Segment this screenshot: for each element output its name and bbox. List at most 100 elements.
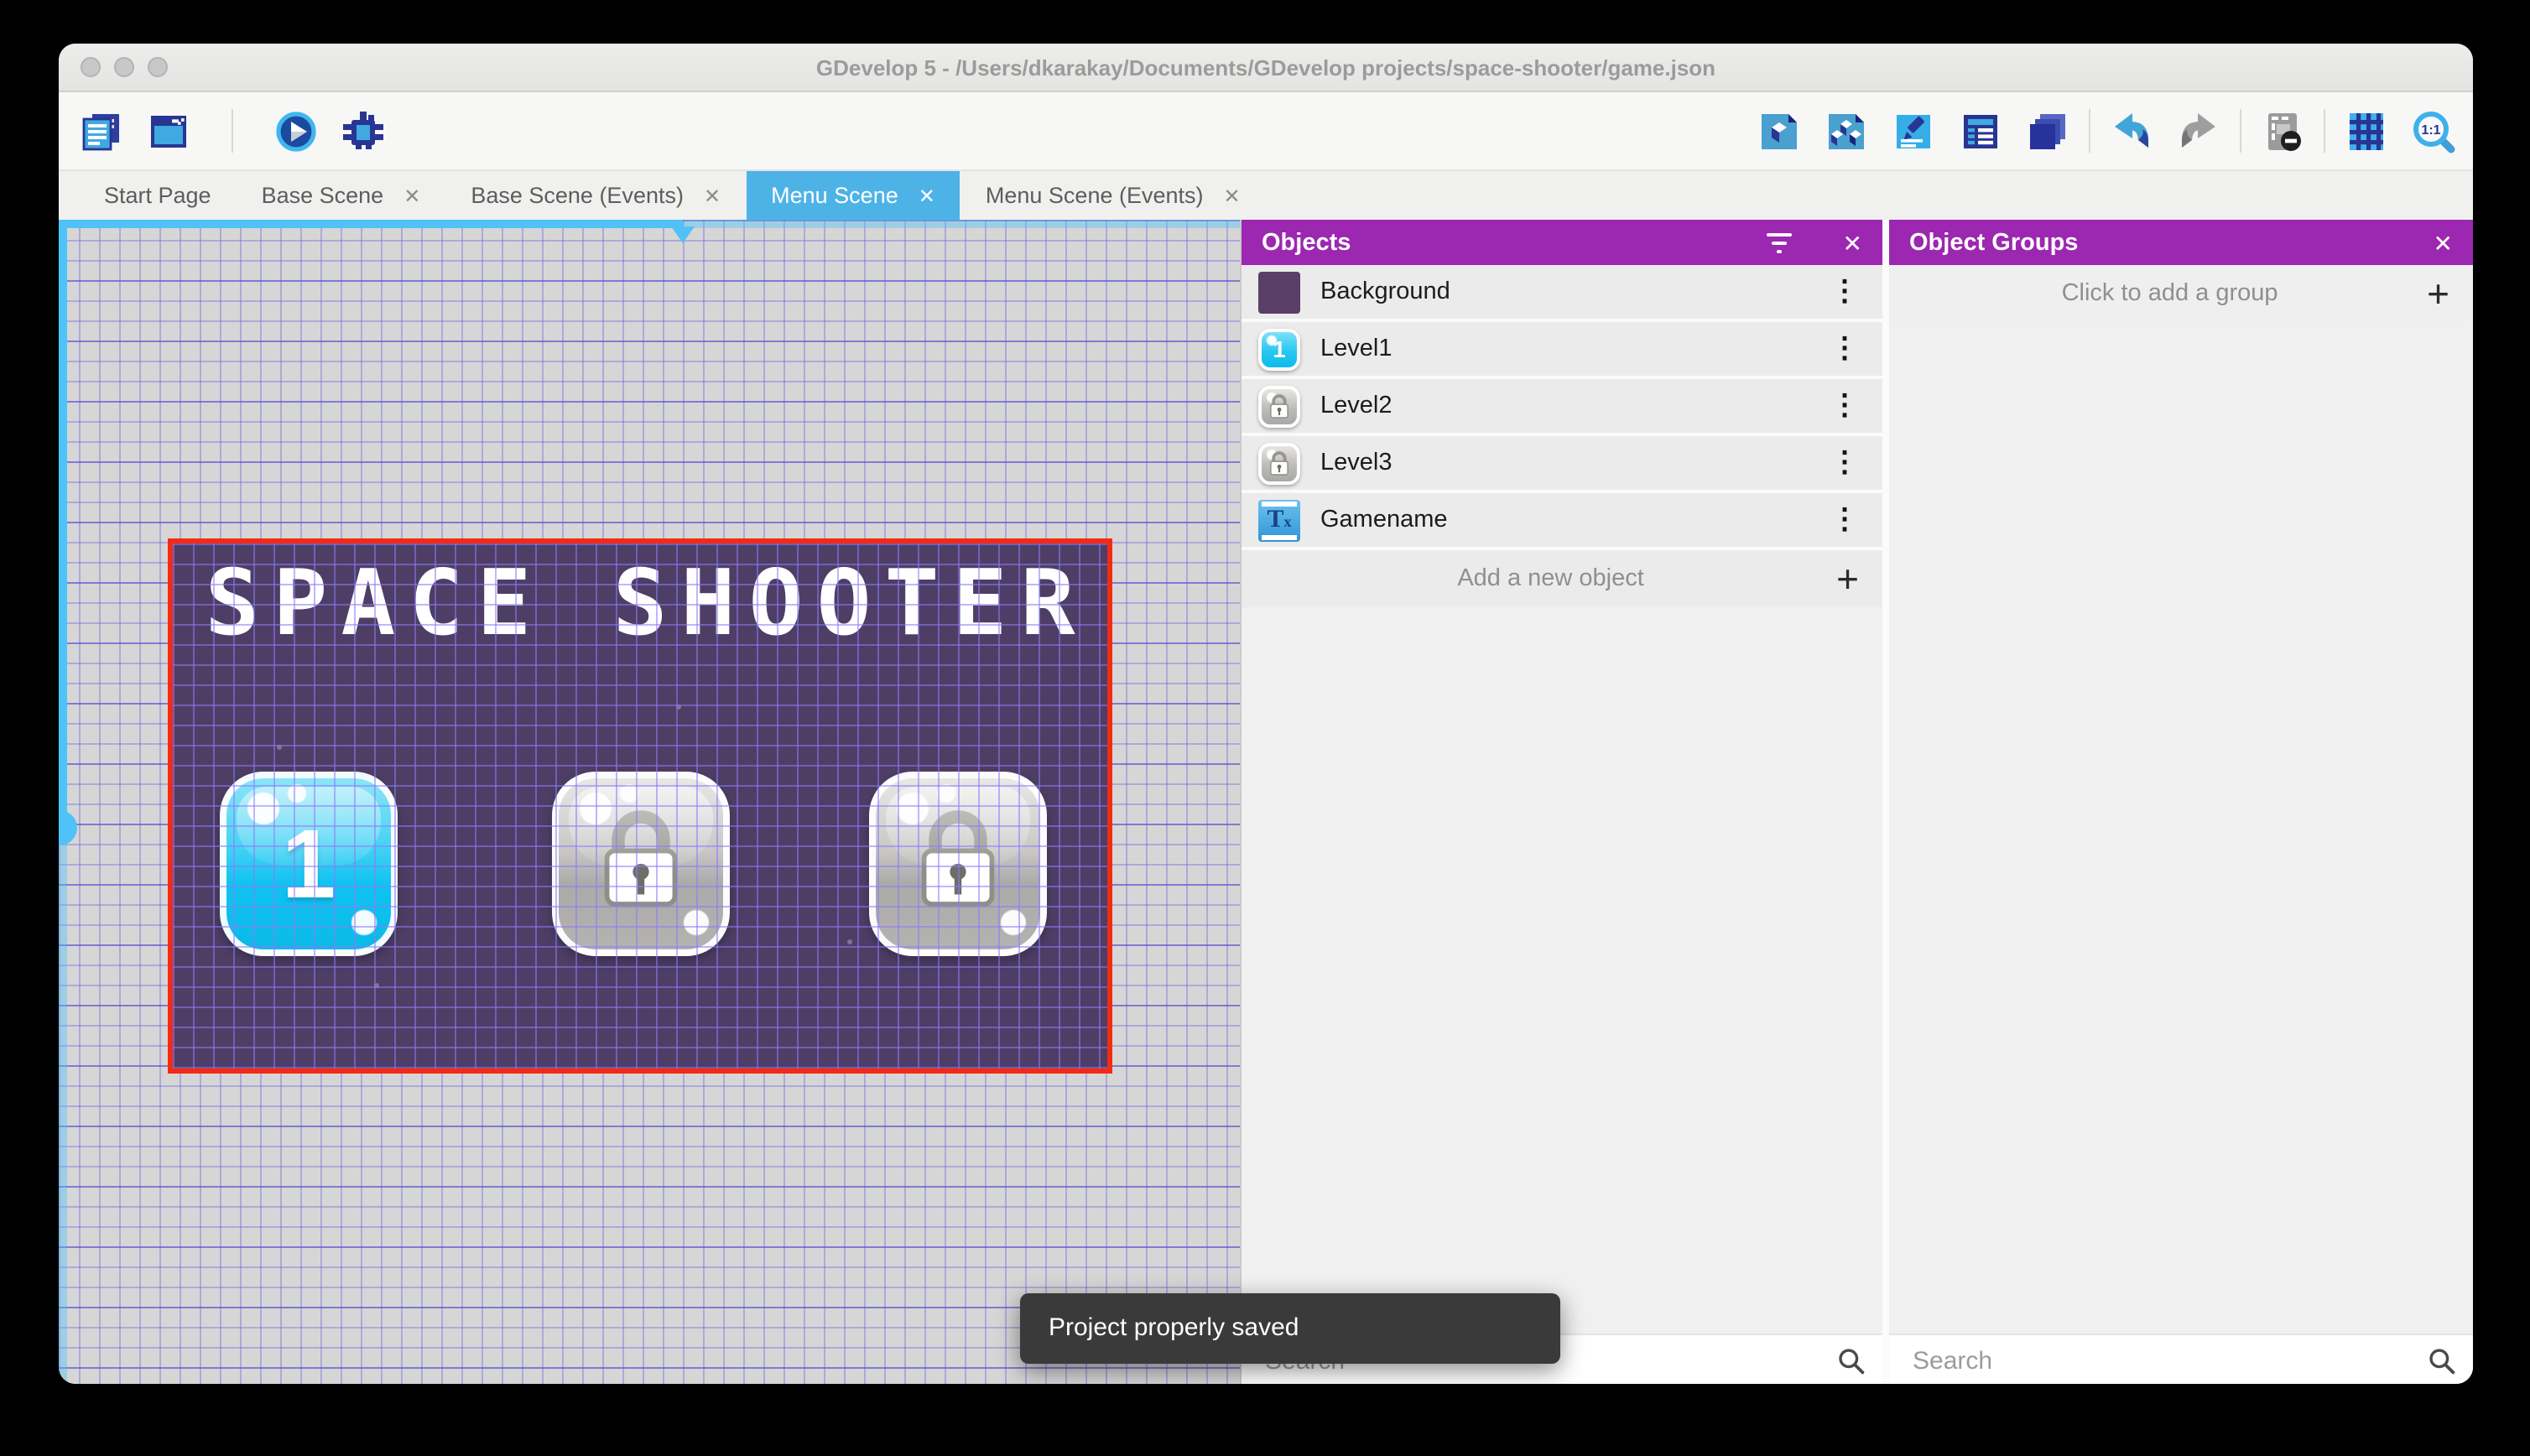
toolbar-separator xyxy=(2324,109,2325,153)
objects-editor-icon[interactable] xyxy=(1757,108,1802,153)
tab-label: Base Scene (Events) xyxy=(471,183,684,208)
object-row-level2[interactable]: Level2 ⋮ xyxy=(1242,379,1882,436)
panel-divider xyxy=(1882,220,1889,1384)
lock-icon xyxy=(914,809,1002,918)
screenshot-stage: GDevelop 5 - /Users/dkarakay/Documents/G… xyxy=(0,0,2530,1456)
gamename-text-instance[interactable]: SPACE SHOOTER xyxy=(173,554,1121,654)
add-object-label: Add a new object xyxy=(1265,565,1836,592)
object-groups-editor-icon[interactable] xyxy=(1824,108,1869,153)
toolbar-separator xyxy=(2089,109,2090,153)
close-window-icon[interactable] xyxy=(81,57,101,77)
close-icon[interactable]: ✕ xyxy=(2434,231,2453,254)
tab-menu-scene-events[interactable]: Menu Scene (Events) ✕ xyxy=(960,171,1266,220)
background-swatch-icon xyxy=(1258,271,1300,313)
gdevelop-window: GDevelop 5 - /Users/dkarakay/Documents/G… xyxy=(59,44,2473,1384)
scene-button-level1[interactable]: 1 xyxy=(220,772,398,956)
toolbar: 1:1 xyxy=(59,92,2473,171)
redo-icon[interactable] xyxy=(2176,108,2221,153)
object-row-gamename[interactable]: TxGamename⋮ xyxy=(1242,493,1882,550)
toolbar-right: 1:1 xyxy=(1757,108,2456,153)
tab-close-icon[interactable]: ✕ xyxy=(704,184,721,207)
main-area: SPACE SHOOTER 1 570;437 Objects ✕ Backgr… xyxy=(59,220,2473,1384)
lock-icon xyxy=(596,809,684,918)
scene-editor-canvas[interactable]: SPACE SHOOTER 1 570;437 xyxy=(59,220,1240,1384)
object-groups-panel: Object Groups ✕ Click to add a group + xyxy=(1889,220,2473,1384)
project-manager-icon[interactable] xyxy=(79,108,124,153)
vertical-scrollbar-thumb[interactable] xyxy=(59,810,77,845)
add-object-row[interactable]: Add a new object + xyxy=(1242,550,1882,607)
object-groups-panel-header: Object Groups ✕ xyxy=(1889,220,2473,265)
kebab-menu-icon[interactable]: ⋮ xyxy=(1824,332,1866,366)
tab-bar: Start PageBase Scene✕Base Scene (Events)… xyxy=(59,171,2473,220)
search-icon xyxy=(1837,1346,1866,1375)
object-name: Gamename xyxy=(1320,507,1804,533)
object-name: Level3 xyxy=(1320,450,1804,476)
vertical-scrollbar-track xyxy=(59,220,67,827)
tab-label: Base Scene xyxy=(262,183,384,208)
window-mask-icon[interactable] xyxy=(2260,108,2305,153)
window-controls xyxy=(81,57,168,77)
vertical-scrollbar[interactable] xyxy=(59,220,67,1384)
zoom-1-1-icon[interactable]: 1:1 xyxy=(2411,108,2456,153)
minimize-window-icon[interactable] xyxy=(114,57,134,77)
object-row-background[interactable]: Background ⋮ xyxy=(1242,265,1882,322)
kebab-menu-icon[interactable]: ⋮ xyxy=(1824,503,1866,537)
debug-icon[interactable] xyxy=(341,108,386,153)
preview-play-icon[interactable] xyxy=(273,108,319,153)
layers-editor-icon[interactable] xyxy=(2025,108,2070,153)
scene-button-level3[interactable] xyxy=(869,772,1047,956)
level-number: 1 xyxy=(282,808,336,920)
title-bar: GDevelop 5 - /Users/dkarakay/Documents/G… xyxy=(59,44,2473,92)
level-unlocked-icon: 1 xyxy=(1258,328,1300,370)
toast-notification: Project properly saved xyxy=(1020,1293,1560,1364)
search-icon xyxy=(2428,1346,2456,1375)
close-icon[interactable]: ✕ xyxy=(1843,231,1862,254)
object-groups-panel-title: Object Groups xyxy=(1909,229,2434,256)
horizontal-scrollbar[interactable] xyxy=(59,220,1240,228)
instances-list-icon[interactable] xyxy=(1958,108,2003,153)
kebab-menu-icon[interactable]: ⋮ xyxy=(1824,275,1866,309)
tab-close-icon[interactable]: ✕ xyxy=(919,184,935,207)
objects-panel-title: Objects xyxy=(1262,229,1767,256)
selected-background-instance[interactable]: SPACE SHOOTER 1 xyxy=(168,538,1112,1074)
scene-button-level2[interactable] xyxy=(551,772,729,956)
groups-search-input[interactable] xyxy=(1909,1344,2428,1376)
kebab-menu-icon[interactable]: ⋮ xyxy=(1824,446,1866,480)
plus-icon[interactable]: + xyxy=(1836,559,1859,598)
maximize-window-icon[interactable] xyxy=(148,57,168,77)
start-page-window-icon[interactable] xyxy=(146,108,191,153)
grid-icon[interactable] xyxy=(2344,108,2389,153)
properties-icon[interactable] xyxy=(1891,108,1936,153)
toolbar-separator xyxy=(232,109,233,153)
object-row-level3[interactable]: Level3 ⋮ xyxy=(1242,436,1882,493)
tab-label: Menu Scene (Events) xyxy=(986,183,1204,208)
tab-close-icon[interactable]: ✕ xyxy=(1224,184,1241,207)
tab-label: Menu Scene xyxy=(771,183,898,208)
tab-base-scene[interactable]: Base Scene ✕ xyxy=(237,171,446,220)
tab-base-scene-events[interactable]: Base Scene (Events) ✕ xyxy=(445,171,746,220)
add-group-label: Click to add a group xyxy=(1913,280,2427,307)
object-row-level1[interactable]: 1 Level1 ⋮ xyxy=(1242,322,1882,379)
svg-text:1:1: 1:1 xyxy=(2421,122,2440,137)
tab-start-page[interactable]: Start Page xyxy=(79,171,237,220)
kebab-menu-icon[interactable]: ⋮ xyxy=(1824,389,1866,423)
object-name: Background xyxy=(1320,278,1804,305)
level-locked-icon xyxy=(1258,385,1300,427)
groups-search-bar xyxy=(1889,1334,2473,1384)
undo-icon[interactable] xyxy=(2109,108,2154,153)
filter-icon[interactable] xyxy=(1767,232,1793,252)
object-name: Level2 xyxy=(1320,393,1804,419)
tab-menu-scene[interactable]: Menu Scene ✕ xyxy=(746,171,960,220)
horizontal-scrollbar-marker-icon[interactable] xyxy=(671,226,695,243)
horizontal-scrollbar-track xyxy=(59,220,683,228)
toolbar-separator xyxy=(2240,109,2241,153)
tab-close-icon[interactable]: ✕ xyxy=(403,184,420,207)
plus-icon[interactable]: + xyxy=(2427,274,2449,313)
vertical-scrollbar-rest xyxy=(59,827,67,1384)
add-group-row[interactable]: Click to add a group + xyxy=(1889,265,2473,322)
object-groups-list: Click to add a group + xyxy=(1889,265,2473,1334)
horizontal-scrollbar-rest xyxy=(683,220,1240,228)
toolbar-left xyxy=(79,108,386,153)
object-name: Level1 xyxy=(1320,335,1804,362)
level-locked-icon xyxy=(1258,442,1300,484)
